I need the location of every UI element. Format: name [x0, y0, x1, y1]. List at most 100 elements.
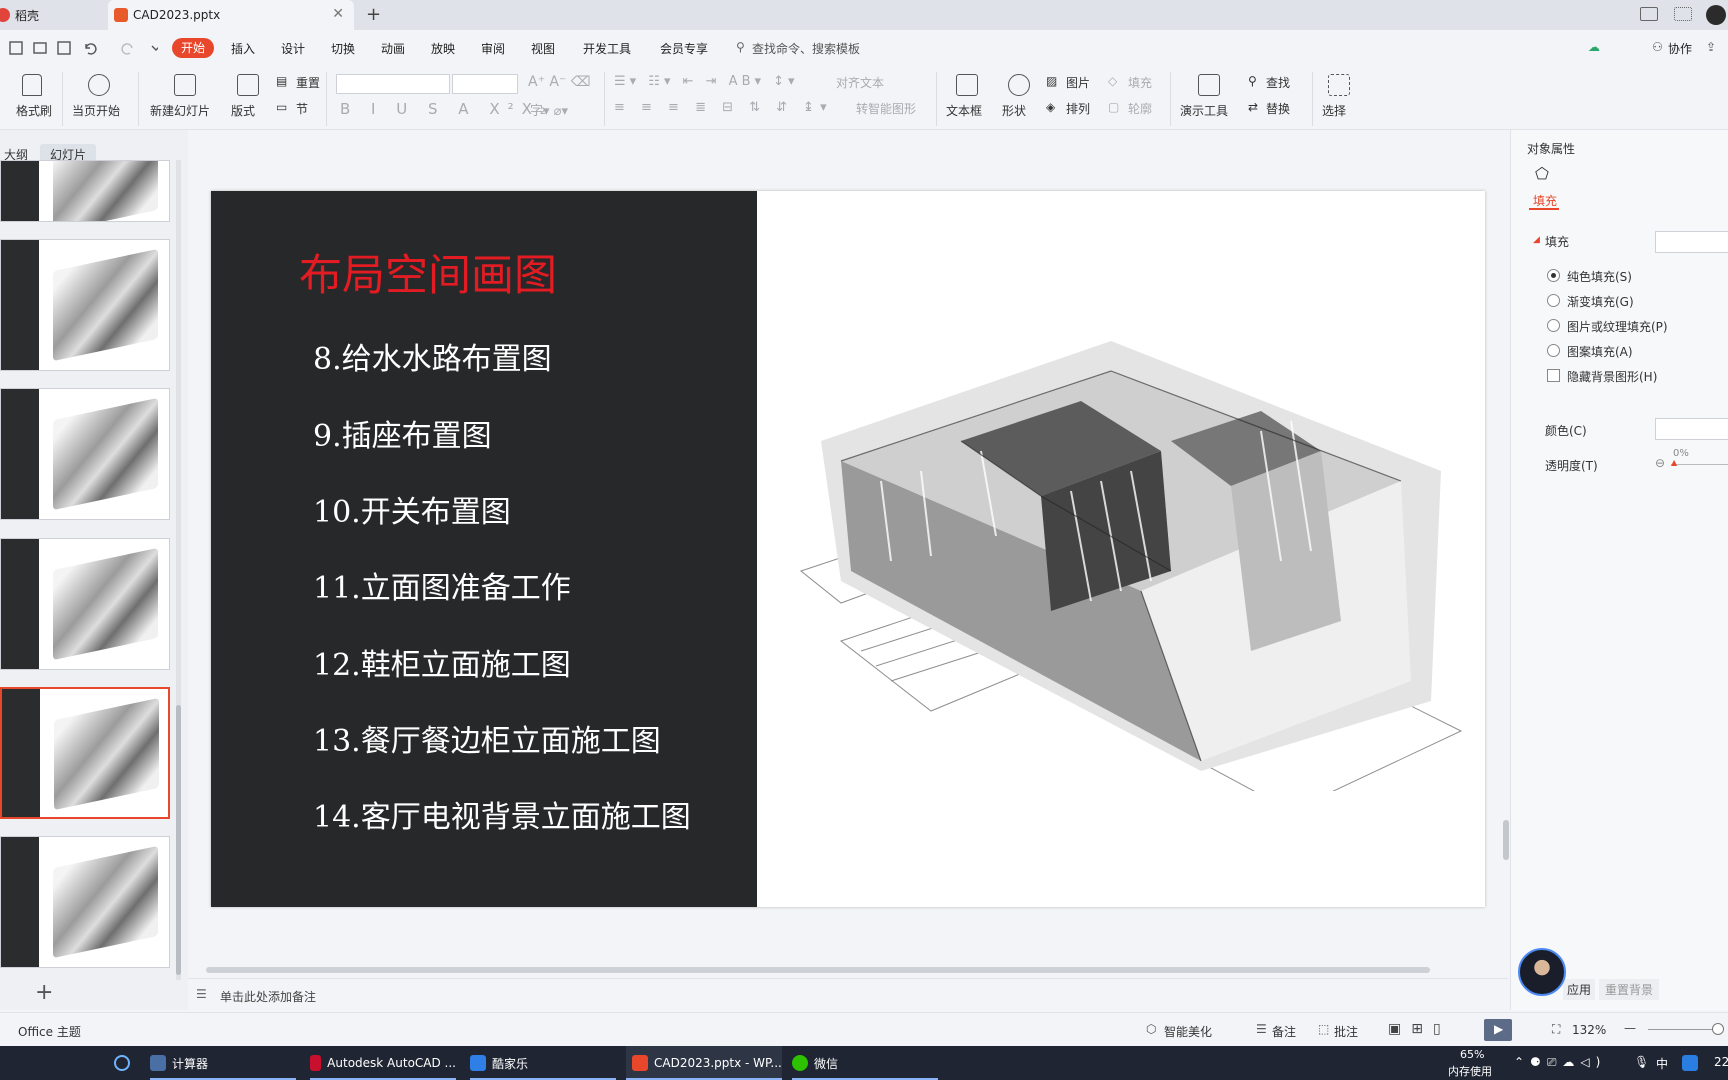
notes-placeholder[interactable]: 单击此处添加备注	[220, 988, 316, 1005]
list-item[interactable]: 14.客厅电视背景立面施工图	[313, 792, 691, 836]
play-slideshow-button[interactable]: ▶	[1484, 1019, 1512, 1041]
zoom-level[interactable]: 132%	[1572, 1023, 1606, 1037]
taskbar-autocad[interactable]: Autodesk AutoCAD ...	[310, 1046, 456, 1080]
menu-start[interactable]: 开始	[172, 38, 214, 58]
layout-button[interactable]: 版式	[231, 102, 255, 119]
architecture-model-image[interactable]	[781, 321, 1471, 791]
slide-thumbnail[interactable]	[0, 239, 170, 371]
align-buttons[interactable]: ≡ ≡ ≡ ≣ ⊟ ⇅ ⇵ ↨▾	[614, 100, 833, 115]
collab-button[interactable]: 协作	[1668, 40, 1692, 57]
slider-handle[interactable]: ▲	[1671, 458, 1677, 467]
option-pattern-fill[interactable]: 图案填充(A)	[1567, 343, 1633, 360]
zoom-slider-handle[interactable]	[1712, 1023, 1724, 1035]
outline-button[interactable]: 轮廓	[1128, 100, 1152, 117]
fill-button[interactable]: 填充	[1128, 74, 1152, 91]
hide-bg-label[interactable]: 隐藏背景图形(H)	[1567, 368, 1657, 385]
smart-beautify-button[interactable]: 智能美化	[1164, 1023, 1212, 1040]
thumbnail-scrollbar[interactable]	[176, 160, 181, 980]
shape-button[interactable]: 形状	[1002, 102, 1026, 119]
user-avatar[interactable]	[1706, 5, 1726, 25]
font-family-select[interactable]	[336, 74, 450, 94]
menu-insert[interactable]: 插入	[231, 40, 255, 57]
grid-icon[interactable]	[1674, 7, 1692, 21]
reset-background-button[interactable]: 重置背景	[1599, 979, 1660, 1000]
presentation-tools-button[interactable]: 演示工具	[1180, 102, 1228, 119]
play-from-current-button[interactable]: 当页开始	[72, 102, 120, 119]
view-mode-icons[interactable]: ▣⊞▯	[1388, 1021, 1451, 1037]
taskbar-calculator[interactable]: 计算器	[150, 1046, 296, 1080]
menu-animation[interactable]: 动画	[381, 40, 405, 57]
new-slide-button[interactable]: 新建幻灯片	[150, 102, 210, 119]
select-button[interactable]: 选择	[1322, 102, 1346, 119]
menu-design[interactable]: 设计	[281, 40, 305, 57]
smartart-button[interactable]: 转智能图形	[856, 100, 916, 117]
textbox-button[interactable]: 文本框	[946, 102, 982, 119]
radio-gradient-fill[interactable]	[1547, 294, 1560, 307]
zoom-slider[interactable]	[1648, 1029, 1718, 1030]
tab-daoke[interactable]: 稻壳	[0, 0, 108, 30]
color-picker[interactable]	[1655, 418, 1728, 440]
share-icon[interactable]: ⇪	[1706, 40, 1716, 54]
qq-browser-icon[interactable]	[1682, 1055, 1698, 1071]
text-effects-buttons[interactable]: 字▾ ⌀▾	[530, 100, 568, 119]
list-item[interactable]: 11.立面图准备工作	[313, 563, 571, 607]
ime-indicator[interactable]: 中	[1656, 1055, 1668, 1072]
radio-pattern-fill[interactable]	[1547, 344, 1560, 357]
notes-area[interactable]: ☰ 单击此处添加备注	[188, 978, 1508, 1012]
align-text-button[interactable]: 对齐文本	[836, 74, 884, 91]
slide-title[interactable]: 布局空间画图	[299, 241, 557, 303]
radio-picture-fill[interactable]	[1547, 319, 1560, 332]
format-painter-button[interactable]: 格式刷	[16, 102, 52, 119]
option-solid-fill[interactable]: 纯色填充(S)	[1567, 268, 1632, 285]
taskbar-wps-active[interactable]: CAD2023.pptx - WP...	[626, 1046, 782, 1080]
apply-button[interactable]: 应用	[1563, 979, 1596, 1000]
replace-button[interactable]: 替换	[1266, 100, 1290, 117]
tab-fill[interactable]: 填充	[1533, 192, 1557, 209]
option-gradient-fill[interactable]: 渐变填充(G)	[1567, 293, 1634, 310]
slide-thumbnail-selected[interactable]	[0, 687, 170, 819]
slide-thumbnail[interactable]	[0, 836, 170, 968]
fit-window-icon[interactable]: ⛶	[1552, 1022, 1560, 1037]
horizontal-scrollbar[interactable]	[194, 966, 1444, 974]
search-taskbar-icon[interactable]	[114, 1046, 136, 1080]
list-buttons[interactable]: ☰▾ ☷▾ ⇤ ⇥ AB▾ ↕▾	[614, 74, 799, 89]
clock[interactable]: 22	[1714, 1055, 1728, 1069]
mic-icon[interactable]: 🎙	[1634, 1055, 1649, 1069]
arrange-button[interactable]: 排列	[1066, 100, 1090, 117]
font-size-select[interactable]	[452, 74, 518, 94]
find-button[interactable]: 查找	[1266, 74, 1290, 91]
comments-button[interactable]: 批注	[1334, 1023, 1358, 1040]
taskbar-kujiale[interactable]: 酷家乐	[470, 1046, 616, 1080]
list-item[interactable]: 10.开关布置图	[313, 487, 511, 531]
slide-canvas[interactable]: 布局空间画图 8.给水水路布置图 9.插座布置图 10.开关布置图 11.立面图…	[211, 191, 1485, 907]
menu-developer[interactable]: 开发工具	[583, 40, 631, 57]
menu-slideshow[interactable]: 放映	[431, 40, 455, 57]
option-picture-fill[interactable]: 图片或纹理填充(P)	[1567, 318, 1668, 335]
quick-access-icons[interactable]	[8, 40, 158, 56]
taskbar-wechat[interactable]: 微信	[792, 1046, 938, 1080]
list-item[interactable]: 13.餐厅餐边柜立面施工图	[313, 716, 661, 760]
presenter-avatar[interactable]	[1518, 948, 1566, 996]
list-item[interactable]: 12.鞋柜立面施工图	[313, 640, 571, 684]
slide-thumbnail[interactable]	[0, 538, 170, 670]
font-size-controls[interactable]: A⁺ A⁻ ⌫	[528, 74, 591, 90]
zoom-out-button[interactable]: —	[1624, 1021, 1636, 1035]
reset-button[interactable]: 重置	[296, 74, 320, 91]
command-search-input[interactable]: 查找命令、搜索模板	[752, 40, 860, 57]
menu-transition[interactable]: 切换	[331, 40, 355, 57]
text-style-buttons[interactable]: B I U S A X²X₂	[340, 100, 554, 118]
menu-review[interactable]: 审阅	[481, 40, 505, 57]
pane-header[interactable]: 对象属性	[1527, 140, 1575, 157]
add-slide-button[interactable]: +	[35, 980, 53, 1005]
transparency-slider[interactable]	[1671, 464, 1728, 465]
hide-bg-checkbox[interactable]	[1547, 369, 1560, 382]
menu-member[interactable]: 会员专享	[660, 40, 708, 57]
minus-icon[interactable]: ⊖	[1655, 456, 1665, 470]
close-icon[interactable]: ✕	[332, 6, 344, 22]
section-button[interactable]: 节	[296, 100, 308, 117]
layout-icon[interactable]	[1640, 7, 1658, 21]
search-icon[interactable]: ⚲	[736, 40, 745, 54]
list-item[interactable]: 8.给水水路布置图	[313, 334, 552, 378]
cloud-sync-icon[interactable]: ☁	[1588, 40, 1600, 54]
notes-toggle-button[interactable]: 备注	[1272, 1023, 1296, 1040]
